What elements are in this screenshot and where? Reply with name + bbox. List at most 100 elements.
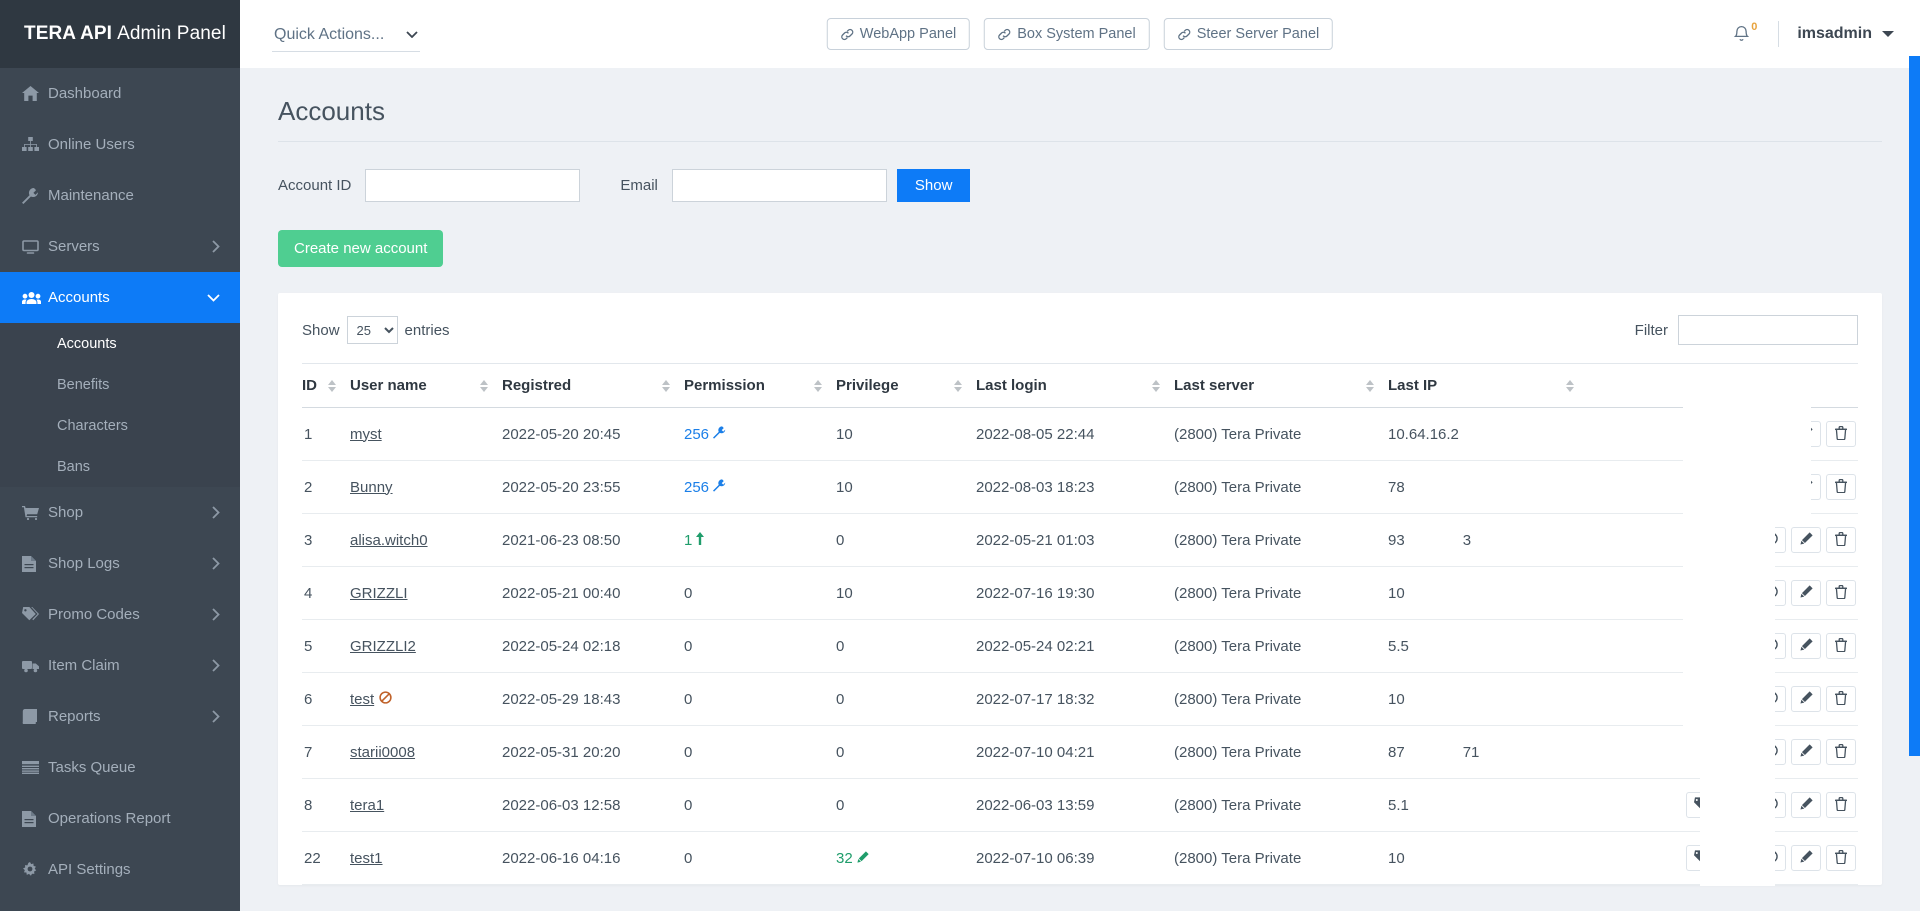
quick-actions-dropdown[interactable]: Quick Actions... [272, 23, 421, 52]
sidebar-item-reports[interactable]: Reports [0, 691, 240, 742]
row-action-ban-button[interactable] [1756, 580, 1786, 606]
row-action-pencil-button[interactable] [1791, 474, 1821, 500]
sidebar-item-online-users[interactable]: Online Users [0, 119, 240, 170]
sidebar-subitem-accounts[interactable]: Accounts [0, 323, 240, 364]
row-action-pencil-button[interactable] [1791, 633, 1821, 659]
username-link[interactable]: test1 [350, 850, 383, 867]
row-action-trash-button[interactable] [1826, 792, 1856, 818]
webapp-panel-button[interactable]: WebApp Panel [826, 18, 971, 50]
sidebar-item-promo-codes[interactable]: Promo Codes [0, 589, 240, 640]
column-header-privilege[interactable]: Privilege [836, 363, 976, 408]
row-action-tags-button[interactable] [1686, 421, 1716, 447]
sidebar-nav: Dashboard Online Users Maintenance Serve… [0, 68, 240, 895]
sidebar-item-shop-logs[interactable]: Shop Logs [0, 538, 240, 589]
row-action-ban-button[interactable] [1756, 633, 1786, 659]
sidebar-item-operations-report[interactable]: Operations Report [0, 793, 240, 844]
row-action-pencil-button[interactable] [1791, 527, 1821, 553]
permission-link[interactable]: 256 [684, 426, 709, 443]
row-action-ban-button[interactable] [1756, 739, 1786, 765]
account-id-input[interactable] [365, 169, 581, 202]
column-header-username[interactable]: User name [350, 363, 502, 408]
row-action-pencil-button[interactable] [1791, 580, 1821, 606]
row-action-pencil-button[interactable] [1791, 421, 1821, 447]
row-action-tags-button[interactable] [1686, 580, 1716, 606]
column-header-last-ip[interactable]: Last IP [1388, 363, 1588, 408]
page-size-select[interactable]: 102550100 [346, 316, 398, 344]
sidebar-item-shop[interactable]: Shop [0, 487, 240, 538]
row-action-tags-button[interactable] [1686, 474, 1716, 500]
row-action-ban-button[interactable] [1756, 474, 1786, 500]
sidebar-item-accounts[interactable]: Accounts [0, 272, 240, 323]
row-action-ban-button[interactable] [1756, 527, 1786, 553]
sidebar-item-servers[interactable]: Servers [0, 221, 240, 272]
username-link[interactable]: alisa.witch0 [350, 532, 428, 549]
row-action-ban-button[interactable] [1756, 421, 1786, 447]
page-scrollbar[interactable] [1909, 0, 1920, 911]
permission-link[interactable]: 256 [684, 479, 709, 496]
username-link[interactable]: myst [350, 426, 382, 443]
row-action-user-button[interactable] [1721, 792, 1751, 818]
sidebar-item-api-settings[interactable]: API Settings [0, 844, 240, 895]
box-system-panel-button[interactable]: Box System Panel [984, 18, 1150, 50]
steer-server-panel-button[interactable]: Steer Server Panel [1163, 18, 1334, 50]
column-header-last-server[interactable]: Last server [1174, 363, 1388, 408]
notifications-button[interactable]: 0 [1733, 21, 1760, 43]
row-action-tags-button[interactable] [1686, 633, 1716, 659]
row-action-tags-button[interactable] [1686, 686, 1716, 712]
sidebar-item-tasks-queue[interactable]: Tasks Queue [0, 742, 240, 793]
row-action-user-button[interactable] [1721, 580, 1751, 606]
sidebar-subitem-bans[interactable]: Bans [0, 446, 240, 487]
row-action-trash-button[interactable] [1826, 527, 1856, 553]
row-action-pencil-button[interactable] [1791, 792, 1821, 818]
row-action-trash-button[interactable] [1826, 421, 1856, 447]
row-action-pencil-button[interactable] [1791, 845, 1821, 871]
sidebar-item-dashboard[interactable]: Dashboard [0, 68, 240, 119]
row-action-tags-button[interactable] [1686, 845, 1716, 871]
permission-link[interactable]: 1 [684, 532, 692, 549]
sidebar-item-maintenance[interactable]: Maintenance [0, 170, 240, 221]
tags-icon [1694, 797, 1708, 813]
row-action-trash-button[interactable] [1826, 845, 1856, 871]
show-button[interactable]: Show [896, 169, 971, 202]
row-action-trash-button[interactable] [1826, 739, 1856, 765]
column-header-permission[interactable]: Permission [684, 363, 836, 408]
row-action-ban-button[interactable] [1756, 686, 1786, 712]
row-action-pencil-button[interactable] [1791, 739, 1821, 765]
row-action-tags-button[interactable] [1686, 527, 1716, 553]
username-link[interactable]: Bunny [350, 479, 393, 496]
row-action-tags-button[interactable] [1686, 739, 1716, 765]
row-action-user-button[interactable] [1721, 845, 1751, 871]
sidebar-subitem-characters[interactable]: Characters [0, 405, 240, 446]
sidebar-item-item-claim[interactable]: Item Claim [0, 640, 240, 691]
row-action-user-button[interactable] [1721, 633, 1751, 659]
user-menu[interactable]: imsadmin [1797, 25, 1894, 43]
username-link[interactable]: GRIZZLI [350, 585, 408, 602]
email-input[interactable] [671, 169, 887, 202]
username-link[interactable]: test [350, 691, 374, 708]
scrollbar-thumb[interactable] [1909, 56, 1920, 756]
username-link[interactable]: GRIZZLI2 [350, 638, 416, 655]
row-action-trash-button[interactable] [1826, 474, 1856, 500]
username-link[interactable]: starii0008 [350, 744, 415, 761]
filter-input[interactable] [1678, 315, 1858, 345]
row-action-trash-button[interactable] [1826, 633, 1856, 659]
row-action-user-button[interactable] [1721, 421, 1751, 447]
row-action-user-button[interactable] [1721, 739, 1751, 765]
row-action-user-button[interactable] [1721, 686, 1751, 712]
row-action-trash-button[interactable] [1826, 686, 1856, 712]
column-header-last-login[interactable]: Last login [976, 363, 1174, 408]
column-header-id[interactable]: ID [302, 363, 350, 408]
column-header-registred[interactable]: Registred [502, 363, 684, 408]
row-action-user-button[interactable] [1721, 527, 1751, 553]
row-action-user-button[interactable] [1721, 474, 1751, 500]
row-action-pencil-button[interactable] [1791, 686, 1821, 712]
row-action-tags-button[interactable] [1686, 792, 1716, 818]
row-action-trash-button[interactable] [1826, 580, 1856, 606]
row-action-ban-button[interactable] [1756, 792, 1786, 818]
topbar-right: 0 imsadmin [1733, 21, 1894, 47]
sidebar-subitem-benefits[interactable]: Benefits [0, 364, 240, 405]
row-action-ban-button[interactable] [1756, 845, 1786, 871]
cell-last-ip: 87 71 [1388, 725, 1588, 779]
create-new-account-button[interactable]: Create new account [278, 230, 444, 267]
username-link[interactable]: tera1 [350, 797, 384, 814]
